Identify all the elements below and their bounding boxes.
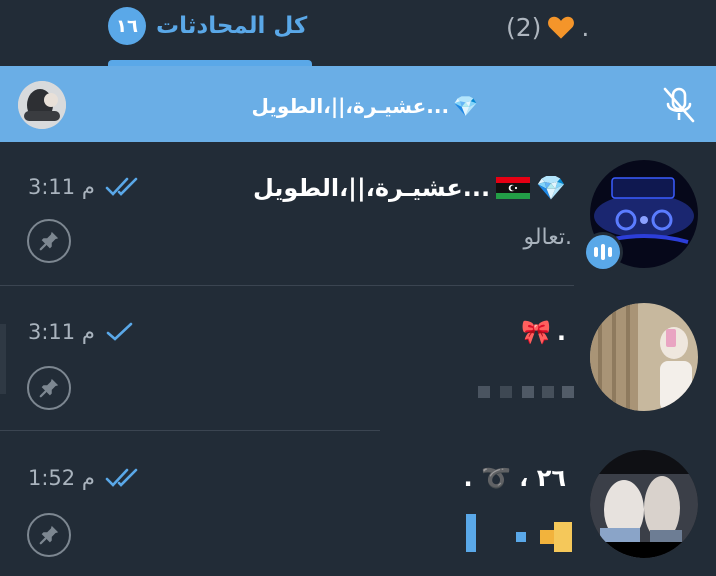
chat-time: 1:52 م [28,466,95,490]
chat-preview-redacted [466,512,578,554]
tab-folder[interactable]: (2) . [506,10,589,44]
pin-button[interactable] [27,513,71,557]
pinned-avatar[interactable] [18,81,66,129]
tab-folder-suffix: . [581,12,590,42]
voice-chat-icon [594,247,598,257]
pin-icon [39,231,59,251]
chat-name: . ➰ ، ٢٦ [464,460,566,496]
libya-flag-icon [496,177,531,199]
pinned-title-text: عشيـرة،||،الطويل... [251,94,450,118]
tab-all-chats[interactable]: ١٦ كل المحادثات [108,7,308,45]
chat-time-row: 3:11 م [28,172,145,202]
chat-preview-redacted [478,386,576,398]
chat-name: 🎀 . [521,314,566,350]
pin-button[interactable] [27,366,71,410]
single-check-icon [106,322,133,341]
double-check-icon [105,177,138,196]
orange-heart-icon [548,16,575,39]
chat-time-row: 3:11 م [28,317,137,347]
tab-unread-badge: ١٦ [108,7,146,45]
scroll-indicator [0,324,6,394]
pinned-chat-title: عشيـرة،||،الطويل... 💎 [218,88,478,124]
double-check-icon [105,468,138,487]
chat-name: عشيـرة،||،الطويل... 💎 [253,170,566,206]
mute-microphone-icon[interactable] [662,86,696,124]
ribbon-icon: 🎀 [520,318,551,346]
chat-time: 3:11 م [28,175,95,199]
chat-preview: تعالو. [523,224,572,250]
girl-photo-image [590,303,698,411]
chat-avatar[interactable] [590,450,698,558]
pinned-avatar-image [18,81,66,129]
chat-avatar[interactable] [590,303,698,411]
diamond-icon: 💎 [536,174,566,202]
tab-folder-count: (2) [506,12,542,42]
pin-icon [39,378,59,398]
chat-time-row: 1:52 م [28,463,145,493]
chat-name-text: . [556,318,566,346]
tab-all-chats-label: كل المحادثات [156,13,308,39]
pin-icon [39,525,59,545]
friends-photo-image [590,450,698,558]
voice-chat-badge [583,232,623,272]
tab-bar: ١٦ كل المحادثات (2) . [0,0,716,66]
chat-name-text: عشيـرة،||،الطويل... [252,174,491,202]
diamond-icon: 💎 [453,94,478,118]
chat-time: 3:11 م [28,320,95,344]
pin-button[interactable] [27,219,71,263]
chat-name-text: . ➰ ، ٢٦ [463,464,566,492]
